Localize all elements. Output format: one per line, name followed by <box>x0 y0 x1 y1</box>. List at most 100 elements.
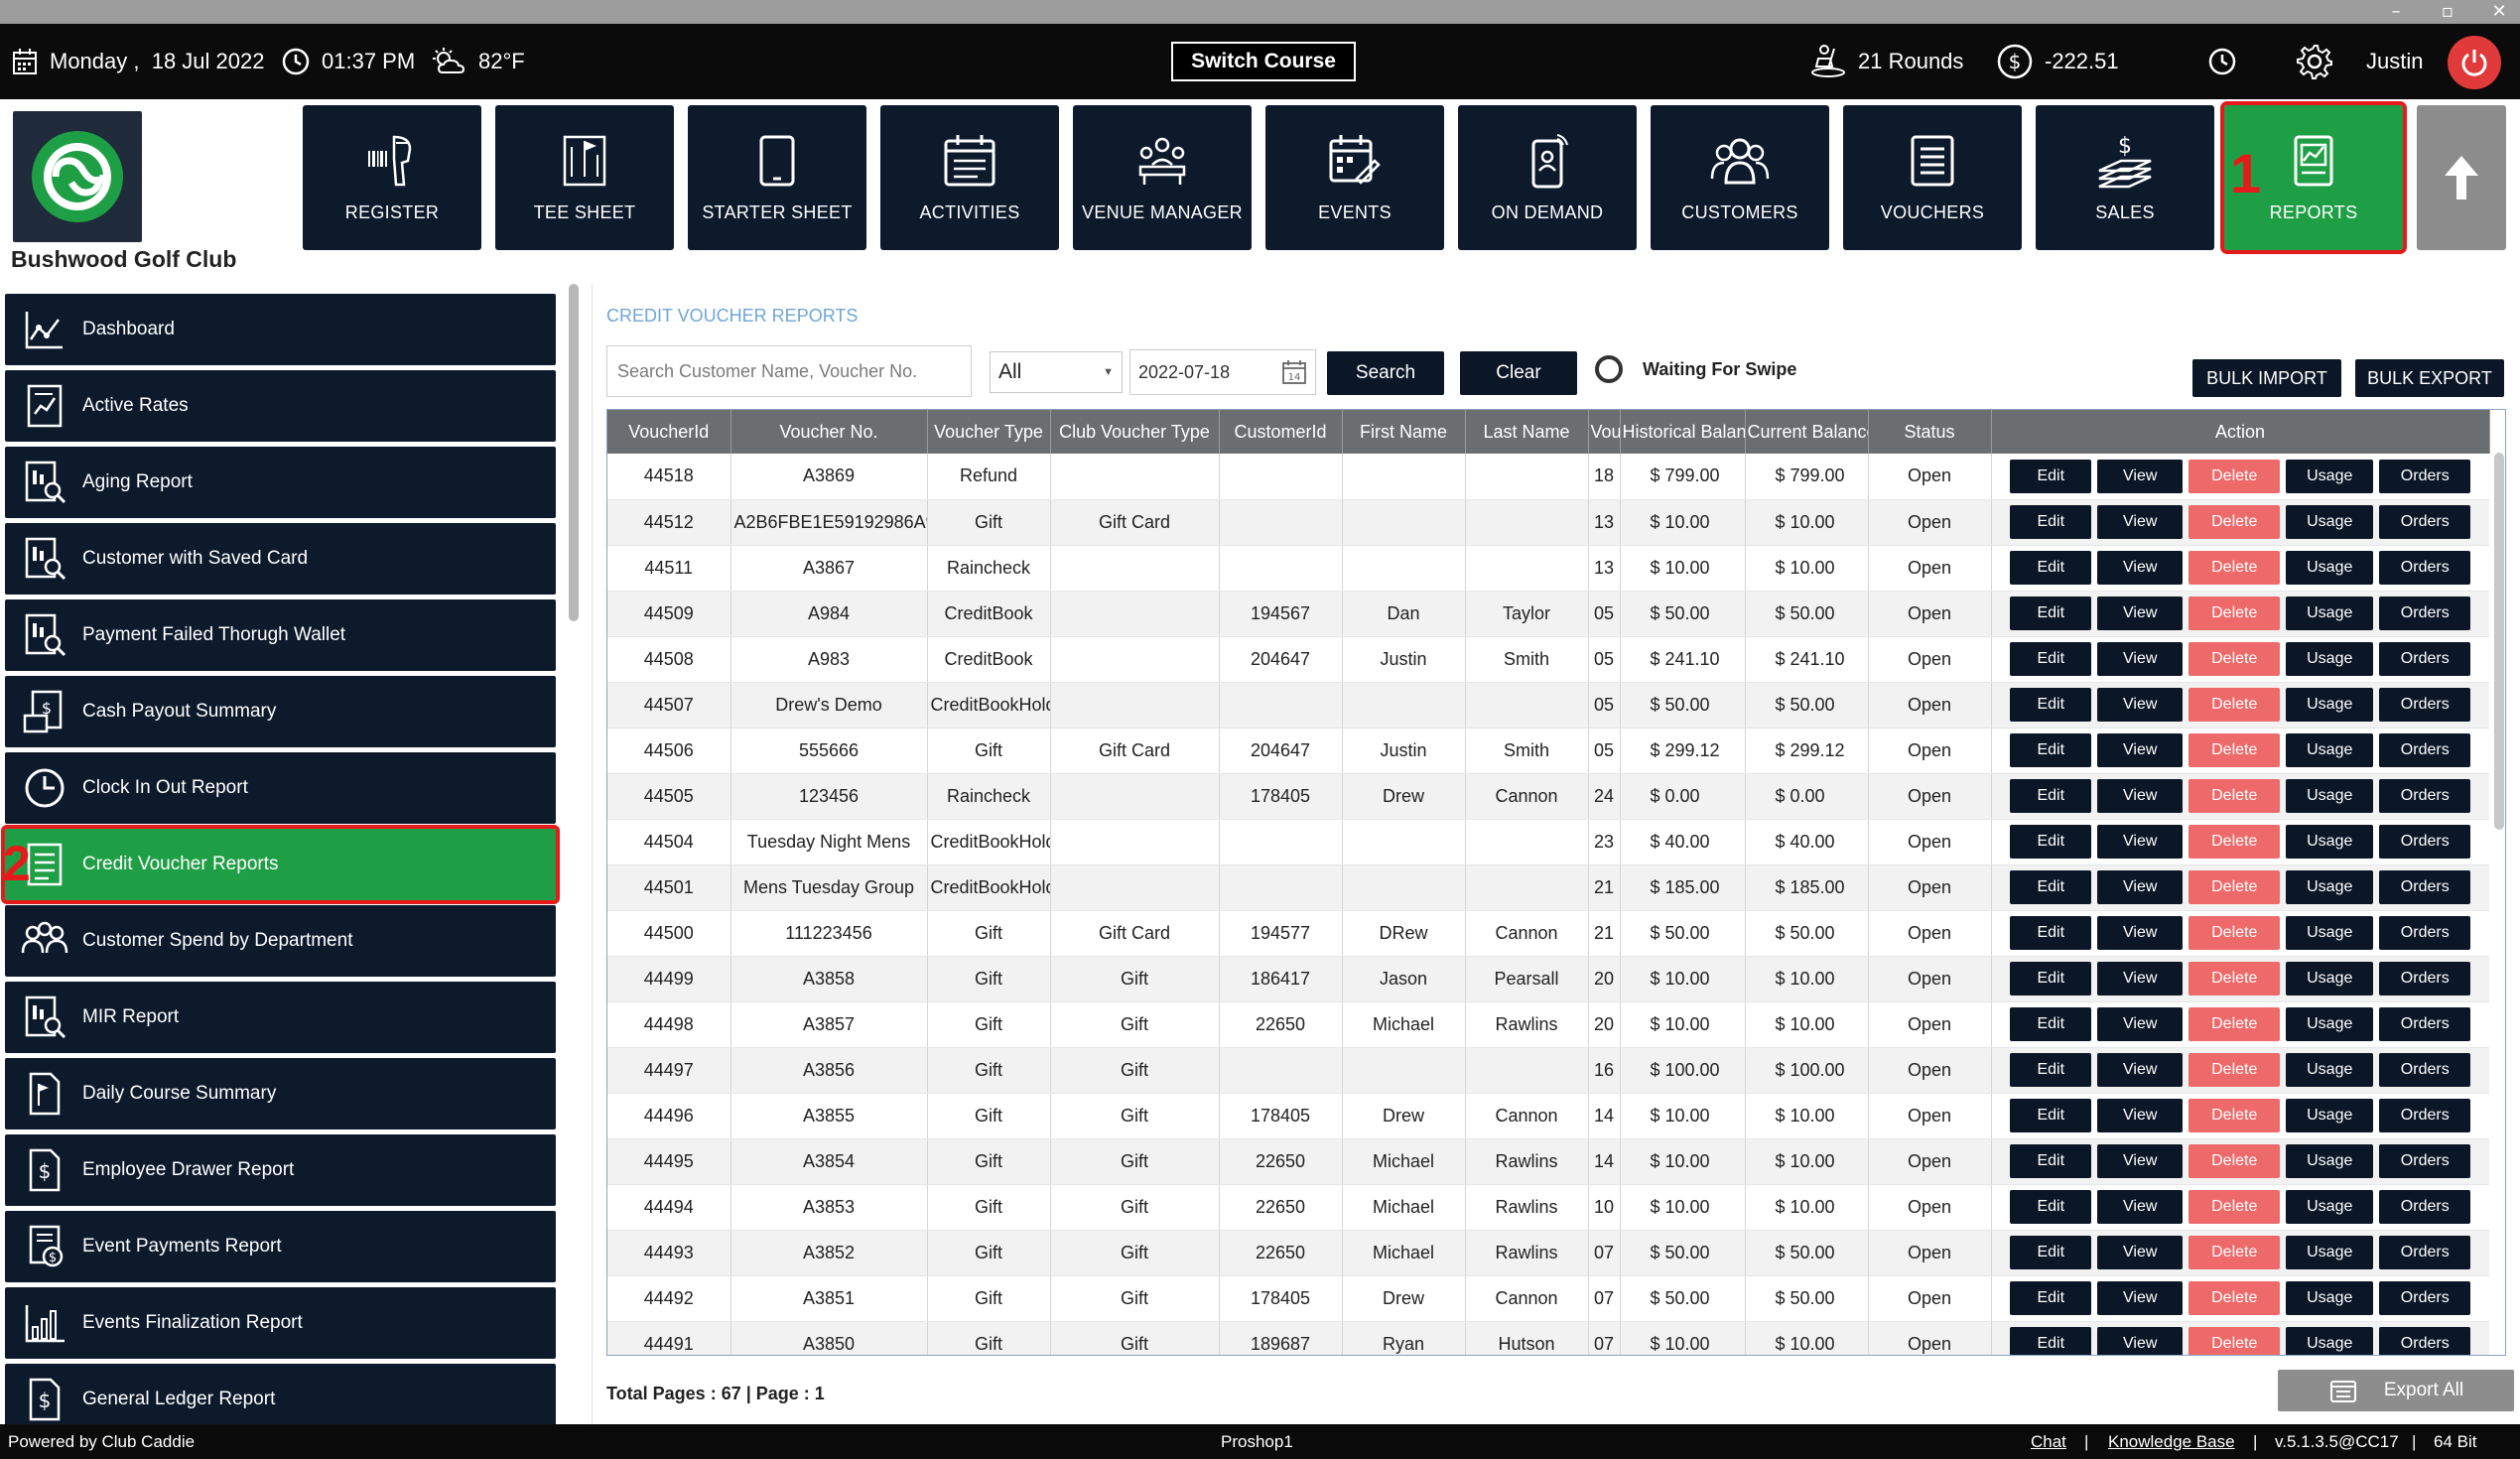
orders-button[interactable]: Orders <box>2379 1144 2471 1178</box>
view-button[interactable]: View <box>2097 1281 2184 1315</box>
view-button[interactable]: View <box>2097 505 2184 539</box>
usage-button[interactable]: Usage <box>2286 825 2374 859</box>
usage-button[interactable]: Usage <box>2286 597 2374 630</box>
usage-button[interactable]: Usage <box>2286 642 2374 676</box>
edit-button[interactable]: Edit <box>2010 1190 2092 1224</box>
delete-button[interactable]: Delete <box>2188 551 2281 585</box>
table-row[interactable]: 44512 A2B6FBE1E59192986A99 Gift Gift Card 13… <box>607 499 2489 546</box>
table-row[interactable]: 44509 A984 CreditBook 194567 Dan Taylor 05 $ 50… <box>607 591 2489 637</box>
delete-button[interactable]: Delete <box>2188 1281 2281 1315</box>
orders-button[interactable]: Orders <box>2379 1281 2471 1315</box>
delete-button[interactable]: Delete <box>2188 597 2281 630</box>
table-row[interactable]: 44511 A3867 Raincheck 13 $ 10.00 $ 10.00 Open E… <box>607 545 2489 592</box>
view-button[interactable]: View <box>2097 688 2184 722</box>
close-icon[interactable]: ✕ <box>2488 2 2510 22</box>
table-row[interactable]: 44501Mens Tuesday GroupCreditBookHolder 2… <box>607 864 2489 911</box>
search-input[interactable] <box>606 345 972 397</box>
edit-button[interactable]: Edit <box>2010 1053 2092 1087</box>
usage-button[interactable]: Usage <box>2286 962 2374 995</box>
logout-button[interactable] <box>2448 36 2501 89</box>
delete-button[interactable]: Delete <box>2188 642 2281 676</box>
orders-button[interactable]: Orders <box>2379 551 2471 585</box>
table-row[interactable]: 44505 123456 Raincheck 178405 Drew Cannon 24 $ … <box>607 773 2489 820</box>
usage-button[interactable]: Usage <box>2286 1190 2374 1224</box>
view-button[interactable]: View <box>2097 1190 2184 1224</box>
nav-sales[interactable]: $ SALES <box>2036 105 2214 250</box>
view-button[interactable]: View <box>2097 1053 2184 1087</box>
sidebar-item-credit-voucher-reports[interactable]: 2 Credit Voucher Reports <box>1 825 560 904</box>
edit-button[interactable]: Edit <box>2010 962 2092 995</box>
delete-button[interactable]: Delete <box>2188 1099 2281 1132</box>
search-button[interactable]: Search <box>1327 351 1444 395</box>
edit-button[interactable]: Edit <box>2010 733 2092 767</box>
delete-button[interactable]: Delete <box>2188 1190 2281 1224</box>
table-row[interactable]: 44506 555666 Gift Gift Card 204647 Justin Smit… <box>607 728 2489 774</box>
orders-button[interactable]: Orders <box>2379 459 2471 493</box>
usage-button[interactable]: Usage <box>2286 733 2374 767</box>
col-header-voucher-no[interactable]: Voucher No. <box>730 410 928 454</box>
edit-button[interactable]: Edit <box>2010 459 2092 493</box>
edit-button[interactable]: Edit <box>2010 870 2092 904</box>
col-header-vou-exp[interactable]: VouExp <box>1588 410 1621 454</box>
collapse-menu-button[interactable] <box>2417 105 2506 250</box>
sidebar-item-payment-failed-wallet[interactable]: Payment Failed Thorugh Wallet <box>5 599 556 671</box>
export-all-button[interactable]: Export All <box>2278 1370 2514 1411</box>
edit-button[interactable]: Edit <box>2010 1144 2092 1178</box>
waiting-for-swipe-radio[interactable] <box>1595 355 1623 383</box>
table-row[interactable]: 44496 A3855 Gift Gift 178405 Drew Cannon 14 $ 10… <box>607 1093 2489 1139</box>
orders-button[interactable]: Orders <box>2379 962 2471 995</box>
edit-button[interactable]: Edit <box>2010 825 2092 859</box>
nav-activities[interactable]: ACTIVITIES <box>880 105 1059 250</box>
maximize-icon[interactable]: ▫ <box>2437 2 2458 22</box>
orders-button[interactable]: Orders <box>2379 1007 2471 1041</box>
sidebar-item-active-rates[interactable]: Active Rates <box>5 370 556 442</box>
view-button[interactable]: View <box>2097 962 2184 995</box>
table-row[interactable]: 44493 A3852 Gift Gift 22650 Michael Rawlins 07 $… <box>607 1230 2489 1276</box>
delete-button[interactable]: Delete <box>2188 688 2281 722</box>
view-button[interactable]: View <box>2097 779 2184 813</box>
table-row[interactable]: 44507Drew's DemoCreditBookHolder05$ 50.0… <box>607 682 2489 729</box>
voucher-type-select[interactable]: All ▼ <box>990 351 1123 393</box>
edit-button[interactable]: Edit <box>2010 1007 2092 1041</box>
view-button[interactable]: View <box>2097 1236 2184 1269</box>
usage-button[interactable]: Usage <box>2286 1236 2374 1269</box>
knowledge-base-link[interactable]: Knowledge Base <box>2108 1432 2235 1452</box>
usage-button[interactable]: Usage <box>2286 916 2374 950</box>
delete-button[interactable]: Delete <box>2188 962 2281 995</box>
nav-register[interactable]: REGISTER <box>303 105 481 250</box>
view-button[interactable]: View <box>2097 825 2184 859</box>
sidebar-item-daily-course-summary[interactable]: Daily Course Summary <box>5 1058 556 1129</box>
sidebar-item-employee-drawer-report[interactable]: $ Employee Drawer Report <box>5 1134 556 1206</box>
table-row[interactable]: 44499 A3858 Gift Gift 186417 Jason Pearsall 20 $… <box>607 956 2489 1002</box>
orders-button[interactable]: Orders <box>2379 688 2471 722</box>
delete-button[interactable]: Delete <box>2188 1007 2281 1041</box>
orders-button[interactable]: Orders <box>2379 1190 2471 1224</box>
orders-button[interactable]: Orders <box>2379 779 2471 813</box>
table-row[interactable]: 44495 A3854 Gift Gift 22650 Michael Rawlins 14 $… <box>607 1138 2489 1185</box>
orders-button[interactable]: Orders <box>2379 733 2471 767</box>
view-button[interactable]: View <box>2097 870 2184 904</box>
table-row[interactable]: 44500 111223456 Gift Gift Card 194577 DRew Can… <box>607 910 2489 957</box>
switch-course-button[interactable]: Switch Course <box>1171 42 1356 81</box>
sidebar-item-customer-saved-card[interactable]: Customer with Saved Card <box>5 523 556 595</box>
orders-button[interactable]: Orders <box>2379 597 2471 630</box>
usage-button[interactable]: Usage <box>2286 1144 2374 1178</box>
orders-button[interactable]: Orders <box>2379 1053 2471 1087</box>
sidebar-item-mir-report[interactable]: MIR Report <box>5 982 556 1053</box>
table-row[interactable]: 44497 A3856 Gift Gift 16 $ 100.00 $ 100.00 Open… <box>607 1047 2489 1094</box>
delete-button[interactable]: Delete <box>2188 505 2281 539</box>
nav-venue-manager[interactable]: VENUE MANAGER <box>1073 105 1252 250</box>
usage-button[interactable]: Usage <box>2286 779 2374 813</box>
chat-link[interactable]: Chat <box>2031 1432 2066 1452</box>
orders-button[interactable]: Orders <box>2379 870 2471 904</box>
table-scrollbar[interactable] <box>2494 453 2504 830</box>
nav-vouchers[interactable]: VOUCHERS <box>1843 105 2022 250</box>
edit-button[interactable]: Edit <box>2010 1236 2092 1269</box>
usage-button[interactable]: Usage <box>2286 1007 2374 1041</box>
edit-button[interactable]: Edit <box>2010 505 2092 539</box>
table-row[interactable]: 44491 A3850 Gift Gift 189687 Ryan Hutson 07 $ 10… <box>607 1321 2489 1355</box>
delete-button[interactable]: Delete <box>2188 459 2281 493</box>
table-row[interactable]: 44508 A983 CreditBook 204647 Justin Smith 05 $ … <box>607 636 2489 683</box>
col-header-status[interactable]: Status <box>1868 410 1992 454</box>
edit-button[interactable]: Edit <box>2010 779 2092 813</box>
